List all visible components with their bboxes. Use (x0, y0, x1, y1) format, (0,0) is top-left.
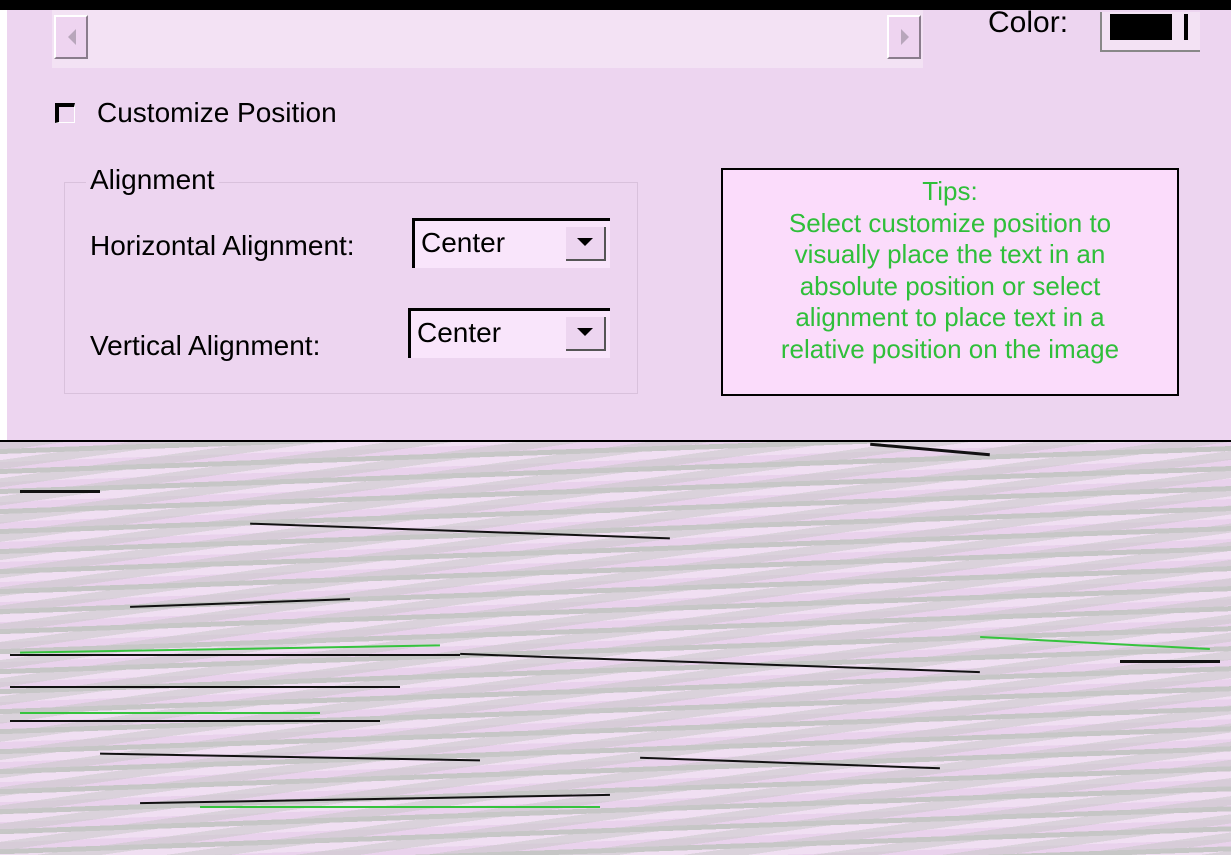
corrupted-render-region (0, 442, 1231, 855)
artifact-stroke (1120, 660, 1220, 663)
vertical-alignment-dropdown-button[interactable] (566, 317, 606, 351)
triangle-right-icon (901, 29, 909, 45)
window-left-edge (0, 10, 7, 440)
horizontal-alignment-select[interactable]: Center (412, 218, 610, 268)
horizontal-alignment-value: Center (421, 227, 506, 258)
alignment-group-title: Alignment (86, 164, 219, 196)
tips-box: Tips: Select customize position to visua… (721, 168, 1179, 396)
tips-line: absolute position or select (799, 270, 1101, 301)
artifact-stroke (200, 806, 600, 808)
tips-title: Tips: (922, 176, 978, 206)
artifact-stroke (100, 752, 480, 762)
vertical-alignment-label: Vertical Alignment: (90, 330, 321, 361)
tips-line: visually place the text in an (794, 239, 1106, 269)
triangle-left-icon (68, 29, 76, 45)
artifact-stroke (460, 652, 980, 674)
color-swatch (1110, 14, 1172, 40)
horizontal-alignment-dropdown-button[interactable] (566, 227, 606, 261)
tips-line: relative position on the image (780, 333, 1120, 364)
scroll-left-button[interactable] (54, 15, 88, 59)
tips-line: Select customize position to (788, 207, 1112, 238)
artifact-stroke (250, 522, 670, 540)
triangle-down-icon (577, 238, 593, 246)
customize-position-option[interactable]: Customize Position (55, 97, 337, 129)
artifact-stroke (10, 686, 400, 688)
tips-line: alignment to place text in a (795, 302, 1105, 332)
horizontal-alignment-label: Horizontal Alignment: (90, 230, 355, 261)
artifact-stroke (10, 654, 460, 656)
customize-position-checkbox[interactable] (55, 103, 75, 123)
alignment-groupbox (64, 182, 638, 394)
artifact-stroke (130, 598, 350, 608)
scroll-right-button[interactable] (887, 15, 921, 59)
color-label: Color: (988, 6, 1069, 39)
customize-position-label: Customize Position (97, 97, 337, 128)
vertical-alignment-value: Center (417, 317, 502, 348)
artifact-stroke (20, 644, 440, 654)
triangle-down-icon (577, 328, 593, 336)
horizontal-scrollbar[interactable] (52, 10, 923, 68)
artifact-stroke (140, 793, 610, 805)
color-picker-button[interactable] (1100, 12, 1200, 52)
artifact-stroke (980, 635, 1210, 651)
artifact-stroke (10, 720, 380, 722)
artifact-stroke (20, 712, 320, 714)
color-dropdown-marker (1184, 14, 1188, 40)
vertical-alignment-select[interactable]: Center (408, 308, 610, 358)
artifact-stroke (20, 490, 100, 493)
artifact-stroke (640, 756, 940, 770)
artifact-stroke (870, 442, 990, 457)
